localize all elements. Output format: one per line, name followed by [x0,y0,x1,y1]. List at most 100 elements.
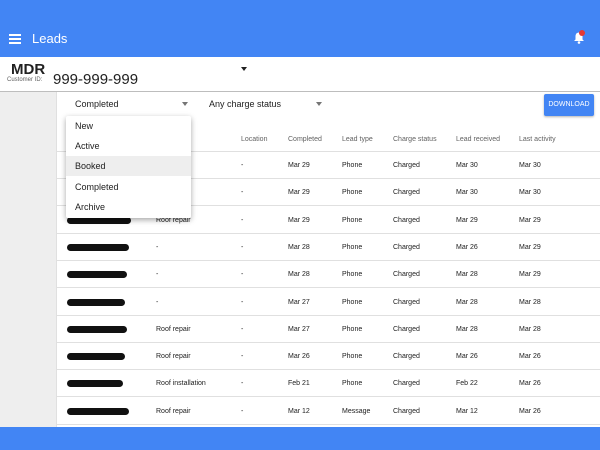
account-switcher-caret-icon[interactable] [241,67,247,71]
cell-completed: Mar 28 [288,271,310,279]
cell-last-activity: Mar 30 [519,189,541,197]
table-row[interactable]: Roof repair - Mar 12 Message Charged Mar 12 Ma… [57,398,600,425]
charge-filter-value: Any charge status [209,99,282,109]
cell-location: - [241,353,244,361]
cell-job-type: - [156,298,159,306]
cell-job-type: - [156,271,159,279]
dropdown-option-booked[interactable]: Booked [66,156,191,176]
cell-last-activity: Mar 29 [519,216,541,224]
cell-lead-received: Mar 28 [456,298,478,306]
status-filter-value: Completed [75,99,119,109]
cell-last-activity: Mar 30 [519,162,541,169]
cell-last-activity: Mar 26 [519,353,541,361]
column-header-last-activity[interactable]: Last activity [519,135,556,144]
cell-location: - [241,407,244,415]
chevron-down-icon [182,102,188,106]
cell-lead-received: Mar 29 [456,216,478,224]
cell-lead-type: Phone [342,162,363,169]
customer-id: 999-999-999 [53,71,139,88]
table-row[interactable]: - - Mar 28 Phone Charged Mar 28 Mar 29 [57,261,600,289]
cell-location: - [241,325,244,333]
column-header-charge-status[interactable]: Charge status [393,135,437,144]
status-filter-select[interactable]: Completed [75,94,188,114]
cell-job-type: Roof installation [156,380,206,388]
cell-location: - [241,298,244,306]
cell-lead-received: Feb 22 [456,380,478,388]
cell-last-activity: Mar 28 [519,325,541,333]
cell-charge-status: Charged [393,189,420,197]
cell-lead-type: Phone [342,325,363,333]
cell-lead-received: Mar 12 [456,407,478,415]
cell-lead-type: Phone [342,189,363,197]
cell-lead-received: Mar 28 [456,271,478,279]
dropdown-option-completed[interactable]: Completed [66,177,191,197]
redacted-customer-name [67,353,125,361]
cell-charge-status: Charged [393,325,420,333]
bottom-bar [0,427,600,450]
cell-job-type: Roof repair [156,353,191,361]
column-header-completed[interactable]: Completed [288,135,322,144]
table-row[interactable]: - - Mar 28 Phone Charged Mar 26 Mar 29 [57,234,600,261]
notification-badge [579,30,585,36]
chevron-down-icon [316,102,322,106]
cell-job-type: Roof repair [156,325,191,333]
redacted-customer-name [67,407,129,415]
redacted-customer-name [67,298,125,306]
cell-lead-type: Phone [342,380,363,388]
table-row[interactable]: Roof installation - Feb 21 Phone Charged Feb … [57,370,600,398]
dropdown-option-active[interactable]: Active [66,136,191,156]
download-button[interactable]: DOWNLOAD [544,94,594,116]
cell-location: - [241,189,244,197]
cell-completed: Mar 29 [288,216,310,224]
dropdown-option-archive[interactable]: Archive [66,197,191,217]
cell-lead-type: Phone [342,298,363,306]
table-row[interactable]: Roof repair - Mar 26 Phone Charged Mar 26 Mar … [57,343,600,371]
cell-last-activity: Mar 29 [519,271,541,279]
cell-charge-status: Charged [393,353,420,361]
cell-lead-received: Mar 26 [456,243,478,251]
cell-charge-status: Charged [393,407,420,415]
cell-lead-type: Message [342,407,371,415]
cell-last-activity: Mar 28 [519,298,541,306]
cell-job-type: Roof repair [156,407,191,415]
table-row[interactable]: Roof repair - Mar 27 Phone Charged Mar 28 Mar … [57,316,600,343]
cell-charge-status: Charged [393,298,420,306]
status-dropdown-menu: New Active Booked Completed Archive [66,116,191,218]
cell-completed: Mar 27 [288,325,310,333]
dropdown-option-new[interactable]: New [66,116,191,136]
customer-id-label: Customer ID: [7,77,43,83]
cell-charge-status: Charged [393,216,420,224]
cell-completed: Mar 29 [288,189,310,197]
cell-lead-type: Phone [342,271,363,279]
cell-lead-received: Mar 30 [456,189,478,197]
table-row[interactable]: - - Mar 27 Phone Charged Mar 28 Mar 28 [57,289,600,316]
cell-last-activity: Mar 26 [519,380,541,388]
cell-lead-received: Mar 28 [456,325,478,333]
cell-completed: Mar 29 [288,162,310,169]
cell-lead-type: Phone [342,243,363,251]
cell-charge-status: Charged [393,380,420,388]
cell-completed: Mar 26 [288,353,310,361]
charge-status-filter-select[interactable]: Any charge status [209,94,322,114]
cell-location: - [241,271,244,279]
cell-completed: Feb 21 [288,380,310,388]
column-header-location[interactable]: Location [241,135,267,144]
redacted-customer-name [67,271,127,279]
cell-lead-received: Mar 26 [456,353,478,361]
column-header-lead-type[interactable]: Lead type [342,135,373,144]
account-name: MDR [11,61,46,78]
cell-location: - [241,162,244,169]
column-header-lead-received[interactable]: Lead received [456,135,500,144]
menu-icon[interactable] [9,34,21,44]
app-bar: Leads [0,0,600,57]
redacted-customer-name [67,325,127,333]
redacted-customer-name [67,243,129,251]
cell-lead-type: Phone [342,353,363,361]
cell-completed: Mar 12 [288,407,310,415]
cell-lead-type: Phone [342,216,363,224]
cell-completed: Mar 28 [288,243,310,251]
cell-location: - [241,243,244,251]
cell-charge-status: Charged [393,271,420,279]
cell-last-activity: Mar 26 [519,407,541,415]
cell-location: - [241,380,244,388]
